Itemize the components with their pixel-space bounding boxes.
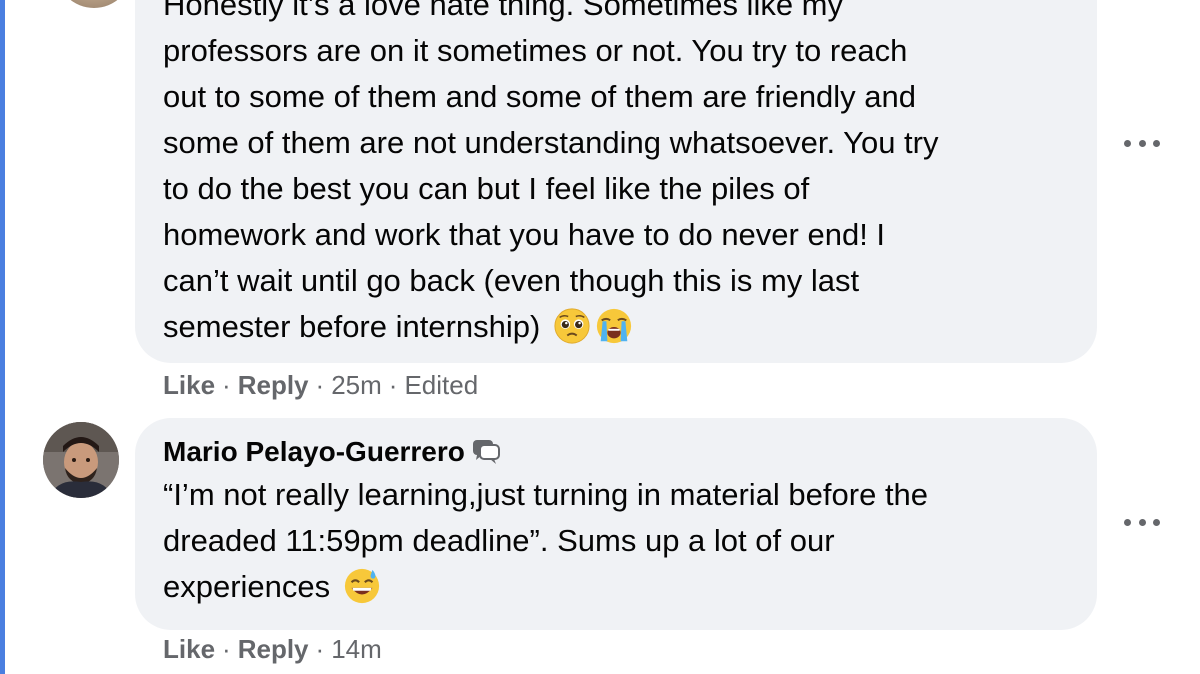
comment-options-button[interactable] xyxy=(1122,133,1162,153)
comment-line: dreaded 11:59pm deadline”. Sums up a lot… xyxy=(163,523,835,558)
separator: · xyxy=(388,370,398,400)
reply-thread-line xyxy=(0,0,5,674)
author-row: Mario Pelayo-Guerrero xyxy=(163,436,501,468)
comment-line: to do the best you can but I feel like t… xyxy=(163,171,810,206)
comment-options-button[interactable] xyxy=(1122,512,1162,532)
more-dot xyxy=(1124,518,1131,526)
comment-line: “I’m not really learning,just turning in… xyxy=(163,477,929,512)
reply-button[interactable]: Reply xyxy=(238,370,309,401)
edited-label[interactable]: Edited xyxy=(404,370,478,401)
grinning-face-with-sweat-icon xyxy=(344,568,379,604)
more-dot xyxy=(1124,139,1131,147)
comment-actions: Like · Reply · 14m xyxy=(163,634,382,665)
comment-line: out to some of them and some of them are… xyxy=(163,79,917,114)
comment-line: homework and work that you have to do ne… xyxy=(163,217,886,252)
more-dot xyxy=(1138,139,1146,147)
pleading-face-icon xyxy=(554,308,590,344)
comment-line: semester before internship) xyxy=(163,309,541,344)
author-name[interactable]: Mario Pelayo-Guerrero xyxy=(163,436,465,468)
loudly-crying-face-icon xyxy=(596,308,632,344)
comment-timestamp[interactable]: 25m xyxy=(331,370,382,401)
comment-text: “I’m not really learning,just turning in… xyxy=(163,472,1067,610)
reply-button[interactable]: Reply xyxy=(238,634,309,665)
comment-line: experiences xyxy=(163,569,331,604)
separator: · xyxy=(315,370,325,400)
comment-bubble: Mario Pelayo-Guerrero “I’m not really le… xyxy=(135,418,1097,630)
comment-line: some of them are not understanding whats… xyxy=(163,125,939,160)
comment-actions: Like · Reply · 25m · Edited xyxy=(163,370,478,401)
comment-line: can’t wait until go back (even though th… xyxy=(163,263,860,298)
separator: · xyxy=(315,634,325,664)
more-dot xyxy=(1153,139,1160,147)
more-dot xyxy=(1138,518,1146,526)
more-dot xyxy=(1153,518,1160,526)
separator: · xyxy=(222,634,231,664)
comment-line: Honestly it’s a love hate thing. Sometim… xyxy=(163,0,844,22)
comment-bubble: Honestly it’s a love hate thing. Sometim… xyxy=(135,0,1097,363)
separator: · xyxy=(222,370,231,400)
avatar[interactable] xyxy=(56,0,132,8)
like-button[interactable]: Like xyxy=(163,370,215,401)
avatar[interactable] xyxy=(43,422,119,498)
conversation-starter-badge-icon[interactable] xyxy=(471,437,501,467)
avatar-photo xyxy=(43,422,119,498)
comment-line: professors are on it sometimes or not. Y… xyxy=(163,33,908,68)
comment-timestamp[interactable]: 14m xyxy=(331,634,382,665)
comment-text: Honestly it’s a love hate thing. Sometim… xyxy=(163,0,1067,350)
like-button[interactable]: Like xyxy=(163,634,215,665)
comment-thread: Honestly it’s a love hate thing. Sometim… xyxy=(0,0,1200,674)
